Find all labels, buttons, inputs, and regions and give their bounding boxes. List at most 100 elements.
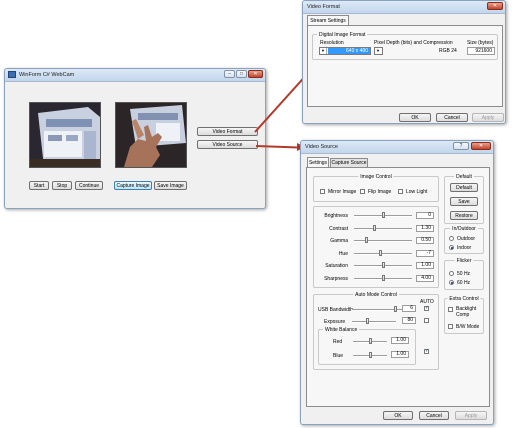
- tab-capture-source[interactable]: Capture Source: [330, 158, 368, 167]
- slider-track[interactable]: [354, 240, 412, 242]
- restore-button[interactable]: Restore: [450, 211, 478, 220]
- bw-mode-checkbox[interactable]: [448, 324, 453, 329]
- video-source-titlebar[interactable]: Video Source ? ✕: [301, 141, 493, 154]
- webcam-titlebar[interactable]: WinForm C# WebCam – □ ✕: [5, 69, 265, 82]
- 60hz-radio[interactable]: [449, 280, 454, 285]
- 50hz-radio[interactable]: [449, 271, 454, 276]
- app-icon: [8, 71, 16, 78]
- blue-label: Blue: [333, 353, 344, 359]
- help-button[interactable]: ?: [453, 142, 469, 150]
- chevron-down-icon[interactable]: ▼: [376, 48, 380, 53]
- bw-mode-label: B/W Mode: [456, 324, 480, 330]
- 50hz-label: 50 Hz: [457, 271, 471, 277]
- capture-image-button[interactable]: Capture Image: [114, 181, 152, 190]
- slider-thumb[interactable]: [381, 262, 385, 268]
- stream-settings-panel: Digital Image Format Resolution ▼ 640 x …: [307, 25, 503, 107]
- digital-image-format-group: Digital Image Format Resolution ▼ 640 x …: [312, 32, 498, 60]
- video-format-cancel-button[interactable]: Cancel: [436, 113, 468, 122]
- webcam-title: WinForm C# WebCam: [19, 72, 75, 78]
- video-source-button[interactable]: Video Source: [197, 140, 258, 149]
- usb-bandwidth-value: 6: [402, 305, 416, 312]
- red-thumb[interactable]: [369, 338, 372, 344]
- mirror-image-label: Mirror Image: [328, 189, 357, 195]
- mirror-image-checkbox[interactable]: [320, 189, 325, 194]
- settings-panel: Image Control Mirror Image Flip Image Lo…: [306, 167, 490, 407]
- flicker-label: Flicker: [454, 258, 474, 264]
- slider-value: 1.00: [416, 262, 434, 269]
- video-format-titlebar[interactable]: Video Format ✕: [303, 1, 505, 14]
- outdoor-label: Outdoor: [457, 236, 476, 242]
- usb-bandwidth-auto-checkbox[interactable]: [424, 305, 429, 311]
- image-control-label: Image Control: [358, 174, 394, 180]
- pixel-depth-label: Pixel Depth (bits) and Compression: [374, 40, 453, 46]
- video-format-ok-button[interactable]: OK: [399, 113, 431, 122]
- video-source-close-button[interactable]: ✕: [471, 142, 491, 150]
- default-button[interactable]: Default: [450, 183, 478, 192]
- video-source-window: Video Source ? ✕ Settings Capture Source…: [300, 140, 494, 425]
- tab-settings[interactable]: Settings: [307, 157, 329, 167]
- continue-button[interactable]: Continue: [75, 181, 103, 190]
- white-balance-auto-checkbox[interactable]: [424, 348, 429, 354]
- tab-stream-settings[interactable]: Stream Settings: [307, 15, 349, 25]
- webcam-window: WinForm C# WebCam – □ ✕ Start Stop Conti…: [4, 68, 266, 209]
- slider-thumb[interactable]: [381, 212, 385, 218]
- auto-mode-control-group: Auto Mode Control AUTO USB Bandwidth 6 E…: [313, 292, 439, 370]
- exposure-auto-checkbox[interactable]: [424, 318, 429, 323]
- flip-image-checkbox[interactable]: [360, 189, 365, 194]
- video-source-apply-button[interactable]: Apply: [455, 411, 487, 420]
- exposure-value: 80: [402, 317, 416, 324]
- resolution-dropdown[interactable]: ▼ 640 x 480: [319, 47, 371, 55]
- pixel-depth-dropdown[interactable]: ▼: [374, 47, 383, 55]
- video-source-ok-button[interactable]: OK: [383, 411, 413, 420]
- blue-value: 1.00: [391, 351, 409, 358]
- slider-thumb[interactable]: [378, 249, 382, 256]
- stop-button[interactable]: Stop: [52, 181, 72, 190]
- resolution-value: 640 x 480: [346, 48, 368, 54]
- chevron-down-icon[interactable]: ▼: [320, 48, 327, 54]
- video-format-close-button[interactable]: ✕: [487, 2, 503, 10]
- image-control-group: Image Control Mirror Image Flip Image Lo…: [313, 174, 439, 202]
- white-balance-group: White Balance Red 1.00 Blue 1.00: [318, 327, 416, 365]
- digital-image-format-label: Digital Image Format: [317, 32, 368, 38]
- slider-label: Brightness: [324, 213, 348, 219]
- video-source-cancel-button[interactable]: Cancel: [419, 411, 449, 420]
- flicker-group: Flicker 50 Hz 60 Hz: [444, 258, 484, 290]
- slider-thumb[interactable]: [373, 224, 377, 231]
- in-outdoor-group: In/Outdoor Outdoor Indoor: [444, 226, 484, 254]
- indoor-radio[interactable]: [449, 245, 454, 250]
- in-outdoor-label: In/Outdoor: [450, 226, 478, 232]
- flip-image-label: Flip Image: [368, 189, 392, 195]
- minimize-button[interactable]: –: [224, 70, 235, 78]
- usb-bandwidth-thumb[interactable]: [394, 306, 397, 312]
- white-balance-label: White Balance: [323, 327, 360, 333]
- slider-thumb[interactable]: [381, 274, 385, 281]
- 60hz-label: 60 Hz: [457, 280, 471, 286]
- start-button[interactable]: Start: [29, 181, 49, 190]
- exposure-thumb[interactable]: [366, 318, 369, 324]
- video-format-button[interactable]: Video Format: [197, 127, 258, 136]
- close-button[interactable]: ✕: [248, 70, 263, 78]
- video-format-apply-button[interactable]: Apply: [472, 113, 504, 122]
- blue-thumb[interactable]: [369, 352, 372, 358]
- save-image-button[interactable]: Save Image: [154, 181, 187, 190]
- slider-value: 0: [416, 212, 434, 219]
- save-settings-button[interactable]: Save: [450, 197, 478, 206]
- backlight-comp-checkbox[interactable]: [448, 307, 453, 312]
- camera-preview: [29, 102, 101, 168]
- slider-value: 0.50: [416, 237, 434, 244]
- resolution-selected: 640 x 480: [328, 48, 370, 54]
- maximize-button[interactable]: □: [236, 70, 247, 78]
- default-group-label: Default: [454, 174, 474, 180]
- size-value: 921600: [475, 48, 492, 54]
- slider-thumb[interactable]: [365, 237, 368, 243]
- low-light-checkbox[interactable]: [398, 189, 403, 194]
- outdoor-radio[interactable]: [449, 236, 454, 241]
- slider-label: Saturation: [325, 263, 348, 269]
- slider-value: 4.00: [416, 274, 434, 282]
- slider-track[interactable]: [354, 227, 412, 230]
- captured-image-photo: [116, 103, 186, 167]
- exposure-track[interactable]: [352, 321, 396, 323]
- size-label: Size (bytes): [467, 40, 494, 46]
- low-light-label: Low Light: [406, 189, 428, 195]
- slider-track[interactable]: [354, 252, 412, 255]
